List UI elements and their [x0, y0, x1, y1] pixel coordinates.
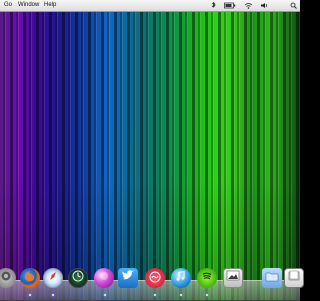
preview-dock-item[interactable]	[223, 268, 243, 288]
safari-dock-item[interactable]	[43, 268, 63, 288]
menu-window[interactable]: Window	[18, 0, 39, 11]
running-indicator	[29, 294, 31, 296]
menu-go[interactable]: Go	[4, 0, 12, 11]
volume-icon[interactable]	[260, 2, 269, 9]
running-indicator	[52, 294, 54, 296]
battery-icon[interactable]	[224, 2, 236, 9]
compass-icon	[46, 269, 60, 288]
gear-icon	[0, 269, 13, 288]
lastfm-dock-item[interactable]	[145, 268, 165, 288]
bird-icon	[121, 269, 135, 288]
menu-bar: Go Window Help	[0, 0, 300, 12]
folder-icon	[265, 269, 279, 288]
itunes-dock-item[interactable]	[171, 268, 191, 288]
twitter-dock-item[interactable]	[118, 268, 138, 288]
running-indicator	[206, 294, 208, 296]
clock-icon	[71, 269, 85, 288]
time-machine-dock-item[interactable]	[68, 268, 88, 288]
folder-dock-item[interactable]	[262, 268, 282, 288]
spotlight-icon[interactable]	[290, 2, 297, 9]
orb-app-dock-item[interactable]	[94, 268, 114, 288]
spotify-icon	[200, 269, 214, 288]
firefox-dock-item[interactable]	[20, 268, 40, 288]
desktop-wallpaper	[0, 0, 300, 300]
spotify-dock-item[interactable]	[197, 268, 217, 288]
running-indicator	[180, 294, 182, 296]
photo-icon	[226, 269, 240, 288]
orb-icon	[97, 269, 111, 288]
music-note-icon	[174, 269, 188, 288]
menu-help[interactable]: Help	[44, 0, 56, 11]
downloads-stack-dock-item[interactable]	[284, 268, 304, 288]
lastfm-icon	[148, 270, 162, 286]
firefox-icon	[23, 269, 37, 288]
running-indicator	[104, 294, 106, 296]
bluetooth-icon[interactable]	[210, 1, 217, 9]
wifi-icon[interactable]	[244, 2, 253, 9]
stack-icon	[287, 269, 301, 288]
running-indicator	[154, 294, 156, 296]
